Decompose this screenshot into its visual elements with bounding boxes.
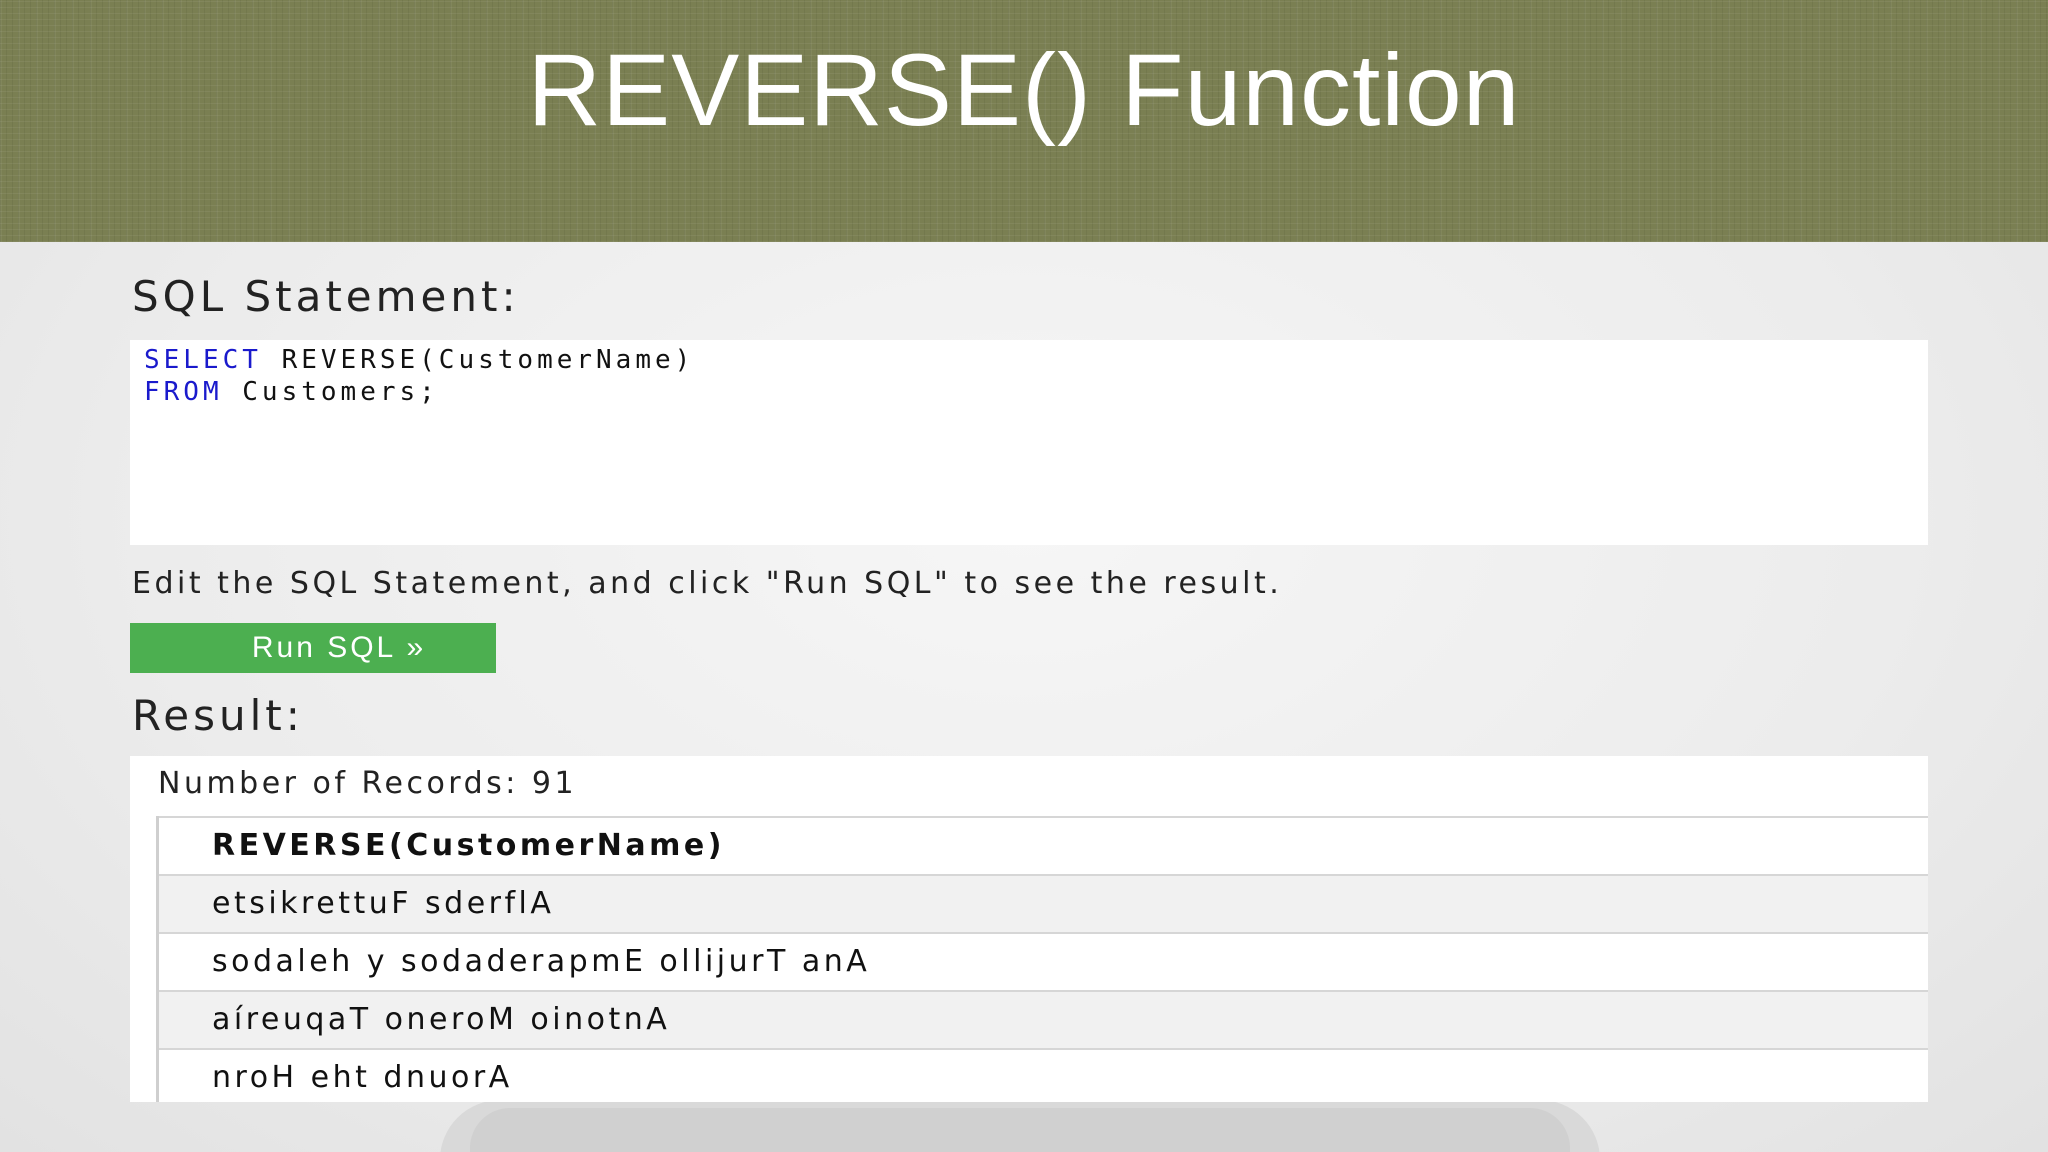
result-table: REVERSE(CustomerName) etsikrettuF sderfl…: [156, 816, 1928, 1102]
table-row: sodaleh y sodaderapmE ollijurT anA: [159, 932, 1928, 990]
table-header-cell: REVERSE(CustomerName): [159, 816, 1928, 874]
background-book-image-inner: [470, 1108, 1570, 1152]
table-row: nroH eht dnuorA: [159, 1048, 1928, 1102]
slide-title: REVERSE() Function: [527, 33, 1521, 147]
table-row: aíreuqaT oneroM oinotnA: [159, 990, 1928, 1048]
sql-editor[interactable]: SELECT REVERSE(CustomerName) FROM Custom…: [130, 340, 1928, 545]
table-row: etsikrettuF sderflA: [159, 874, 1928, 932]
sql-keyword-select: SELECT: [144, 345, 262, 375]
sql-keyword-from: FROM: [144, 377, 223, 407]
sql-statement-heading: SQL Statement:: [132, 272, 520, 321]
result-heading: Result:: [132, 691, 304, 740]
slide: REVERSE() Function SQL Statement: SELECT…: [0, 0, 2048, 1152]
sql-line2-text: Customers;: [222, 377, 439, 407]
record-count: Number of Records: 91: [158, 766, 578, 801]
sql-line1-text: REVERSE(CustomerName): [261, 345, 695, 375]
instructions-text: Edit the SQL Statement, and click "Run S…: [132, 566, 1283, 601]
result-panel: Number of Records: 91 REVERSE(CustomerNa…: [130, 756, 1928, 1102]
run-sql-button[interactable]: Run SQL »: [130, 623, 496, 673]
